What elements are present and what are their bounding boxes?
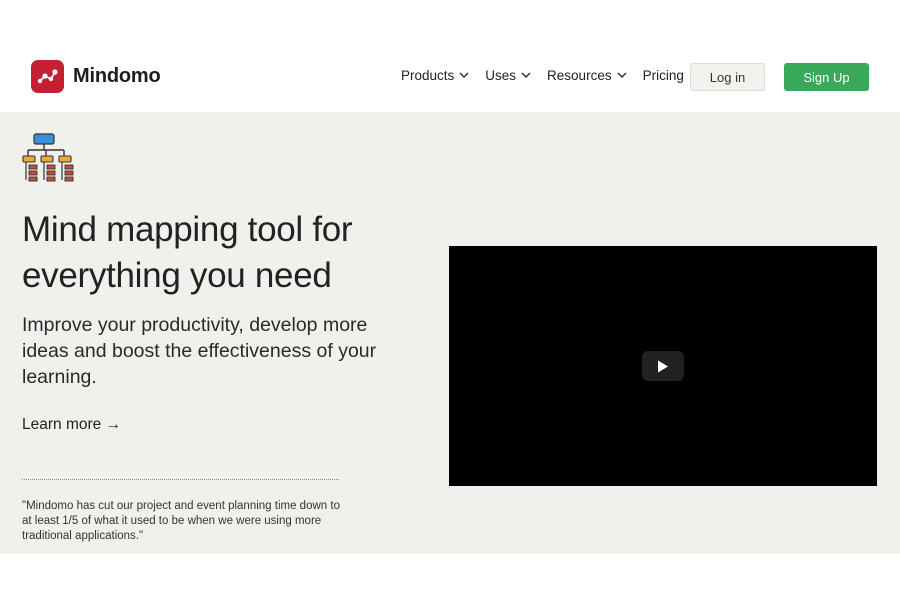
nav-item-uses[interactable]: Uses bbox=[485, 68, 531, 83]
chevron-down-icon bbox=[617, 72, 627, 79]
nav-item-label: Uses bbox=[485, 68, 517, 83]
page-title: Mind mapping tool for everything you nee… bbox=[22, 210, 353, 295]
org-chart-icon bbox=[22, 132, 76, 189]
divider bbox=[22, 479, 339, 480]
hero-subtitle: Improve your productivity, develop more … bbox=[22, 314, 377, 388]
nav-item-label: Products bbox=[401, 68, 455, 83]
login-button[interactable]: Log in bbox=[690, 63, 765, 91]
play-icon bbox=[658, 360, 668, 372]
nav-item-label: Resources bbox=[547, 68, 612, 83]
site-header: Mindomo Products Uses Resources Pricing … bbox=[0, 52, 900, 112]
video-player[interactable] bbox=[449, 246, 877, 486]
nav-item-resources[interactable]: Resources bbox=[547, 68, 627, 83]
brand-name: Mindomo bbox=[73, 65, 161, 87]
nav-item-pricing[interactable]: Pricing bbox=[643, 68, 684, 83]
main-nav: Products Uses Resources Pricing bbox=[401, 68, 700, 83]
chevron-down-icon bbox=[459, 72, 469, 79]
mindomo-logo-icon bbox=[31, 60, 64, 93]
testimonial-quote: "Mindomo has cut our project and event p… bbox=[22, 500, 340, 542]
nav-item-label: Pricing bbox=[642, 68, 684, 83]
play-button[interactable] bbox=[642, 351, 684, 381]
logo-link[interactable]: Mindomo bbox=[31, 60, 161, 93]
signup-button[interactable]: Sign Up bbox=[784, 63, 869, 91]
nav-item-products[interactable]: Products bbox=[401, 68, 469, 83]
hero-section: Mind mapping tool for everything you nee… bbox=[0, 112, 900, 554]
learn-more-link[interactable]: Learn more → bbox=[22, 416, 121, 434]
chevron-down-icon bbox=[521, 72, 531, 79]
